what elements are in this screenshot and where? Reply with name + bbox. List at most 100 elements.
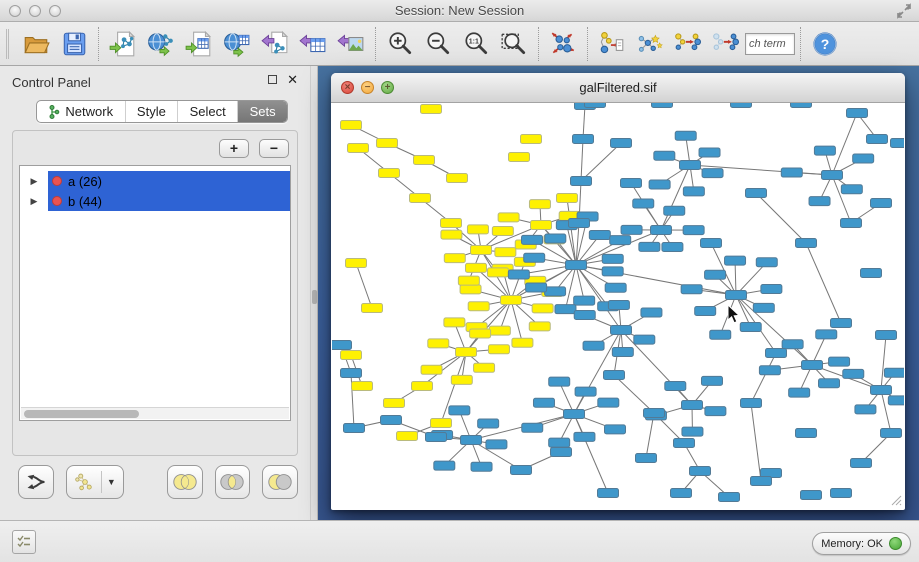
graph-node[interactable] bbox=[341, 351, 362, 360]
graph-node[interactable] bbox=[682, 401, 703, 410]
graph-node[interactable] bbox=[522, 235, 543, 244]
graph-node[interactable] bbox=[680, 161, 701, 170]
graph-node[interactable] bbox=[611, 139, 632, 148]
open-session-button[interactable] bbox=[17, 26, 55, 62]
graph-node[interactable] bbox=[639, 242, 660, 251]
graph-node[interactable] bbox=[695, 306, 716, 315]
graph-node[interactable] bbox=[876, 331, 897, 340]
graph-node[interactable] bbox=[508, 270, 529, 279]
graph-node[interactable] bbox=[649, 180, 670, 189]
graph-node[interactable] bbox=[526, 283, 547, 292]
import-table-file-button[interactable] bbox=[180, 26, 218, 62]
graph-node[interactable] bbox=[575, 387, 596, 396]
graph-node[interactable] bbox=[531, 221, 552, 230]
graph-node[interactable] bbox=[471, 462, 492, 471]
graph-node[interactable] bbox=[612, 347, 633, 356]
graph-node[interactable] bbox=[533, 398, 554, 407]
graph-node[interactable] bbox=[574, 296, 595, 305]
graph-node[interactable] bbox=[683, 226, 704, 235]
graph-node[interactable] bbox=[766, 349, 787, 358]
graph-node[interactable] bbox=[521, 135, 542, 144]
graph-node[interactable] bbox=[441, 230, 462, 239]
graph-node[interactable] bbox=[682, 427, 703, 436]
graph-node[interactable] bbox=[346, 259, 367, 268]
graph-node[interactable] bbox=[574, 311, 595, 320]
graph-node[interactable] bbox=[751, 477, 772, 486]
graph-node[interactable] bbox=[831, 319, 852, 328]
graph-node[interactable] bbox=[498, 213, 519, 222]
graph-node[interactable] bbox=[421, 365, 442, 374]
graph-node[interactable] bbox=[841, 219, 862, 228]
graph-node[interactable] bbox=[608, 300, 629, 309]
graph-node[interactable] bbox=[486, 440, 507, 449]
add-set-button[interactable]: + bbox=[219, 139, 249, 158]
graph-node[interactable] bbox=[605, 425, 626, 434]
graph-node[interactable] bbox=[474, 363, 495, 372]
graph-node[interactable] bbox=[501, 296, 522, 305]
toolbar-drag-handle[interactable] bbox=[6, 29, 9, 59]
remove-set-button[interactable]: − bbox=[259, 139, 289, 158]
title-bar[interactable]: Session: New Session bbox=[0, 0, 919, 22]
graph-node[interactable] bbox=[871, 386, 892, 395]
graph-node[interactable] bbox=[444, 254, 465, 263]
task-history-button[interactable] bbox=[12, 530, 36, 554]
graph-node[interactable] bbox=[822, 171, 843, 180]
network-from-selection-button[interactable] bbox=[593, 26, 631, 62]
horizontal-scrollbar[interactable] bbox=[21, 407, 289, 419]
graph-node[interactable] bbox=[610, 236, 631, 245]
set-row-a[interactable]: ▶ a (26) bbox=[20, 171, 290, 191]
graph-node[interactable] bbox=[431, 419, 452, 428]
fullscreen-icon[interactable] bbox=[896, 3, 912, 19]
memory-status-button[interactable]: Memory: OK bbox=[812, 532, 911, 555]
graph-node[interactable] bbox=[801, 491, 822, 500]
graph-node[interactable] bbox=[705, 270, 726, 279]
network-minimize-button[interactable]: − bbox=[361, 81, 374, 94]
graph-node[interactable] bbox=[699, 148, 720, 157]
disclosure-triangle-icon[interactable]: ▶ bbox=[20, 176, 48, 187]
graph-node[interactable] bbox=[467, 225, 488, 234]
graph-node[interactable] bbox=[843, 369, 864, 378]
network-view-window[interactable]: × − + galFiltered.sif bbox=[331, 73, 905, 510]
import-network-file-button[interactable] bbox=[104, 26, 142, 62]
network-window-titlebar[interactable]: × − + galFiltered.sif bbox=[331, 73, 905, 103]
graph-node[interactable] bbox=[602, 254, 623, 263]
graph-node[interactable] bbox=[796, 429, 817, 438]
graph-node[interactable] bbox=[884, 368, 904, 377]
graph-node[interactable] bbox=[674, 439, 695, 448]
graph-node[interactable] bbox=[461, 436, 482, 445]
graph-node[interactable] bbox=[352, 382, 373, 391]
graph-node[interactable] bbox=[589, 230, 610, 239]
graph-node[interactable] bbox=[847, 109, 868, 118]
graph-node[interactable] bbox=[557, 194, 578, 203]
graph-node[interactable] bbox=[782, 340, 803, 349]
search-input[interactable] bbox=[745, 33, 795, 55]
graph-node[interactable] bbox=[634, 335, 655, 344]
graph-node[interactable] bbox=[861, 269, 882, 278]
network-zoom-button[interactable]: + bbox=[381, 81, 394, 94]
graph-node[interactable] bbox=[451, 375, 472, 384]
graph-node[interactable] bbox=[397, 432, 418, 441]
sets-list[interactable]: ▶ a (26) ▶ b (44) bbox=[19, 165, 291, 421]
graph-node[interactable] bbox=[781, 168, 802, 177]
graph-node[interactable] bbox=[726, 291, 747, 300]
graph-node[interactable] bbox=[522, 423, 543, 432]
graph-node[interactable] bbox=[604, 371, 625, 380]
graph-node[interactable] bbox=[664, 206, 685, 215]
graph-node[interactable] bbox=[571, 177, 592, 186]
graph-node[interactable] bbox=[564, 410, 585, 419]
graph-node[interactable] bbox=[802, 361, 823, 370]
import-network-url-button[interactable] bbox=[142, 26, 180, 62]
graph-node[interactable] bbox=[654, 151, 675, 160]
graph-node[interactable] bbox=[816, 330, 837, 339]
show-all-button[interactable] bbox=[707, 26, 745, 62]
graph-node[interactable] bbox=[414, 156, 435, 165]
graph-node[interactable] bbox=[583, 341, 604, 350]
graph-node[interactable] bbox=[444, 318, 465, 327]
graph-node[interactable] bbox=[662, 243, 683, 252]
graph-node[interactable] bbox=[449, 406, 470, 415]
graph-node[interactable] bbox=[488, 345, 509, 354]
graph-node[interactable] bbox=[447, 174, 468, 183]
graph-node[interactable] bbox=[489, 326, 510, 335]
graph-node[interactable] bbox=[441, 219, 462, 228]
graph-node[interactable] bbox=[512, 338, 533, 347]
